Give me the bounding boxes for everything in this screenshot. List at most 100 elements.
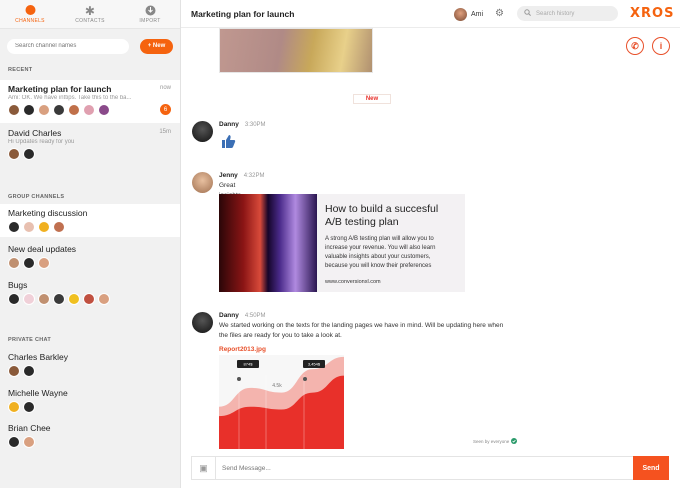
member-avatars xyxy=(8,221,180,233)
message-author: Danny 3:30PM xyxy=(219,121,266,128)
recent-section-label: RECENT xyxy=(8,67,33,73)
avatar xyxy=(8,436,20,448)
group-section-label: GROUP CHANNELS xyxy=(8,194,65,200)
channel-item-bugs[interactable]: Bugs xyxy=(0,280,180,305)
current-user[interactable]: Ami xyxy=(454,8,483,21)
attach-icon[interactable]: ▣ xyxy=(192,457,216,479)
avatar xyxy=(23,401,35,413)
member-avatars xyxy=(8,104,180,116)
avatar xyxy=(53,293,65,305)
tab-contacts[interactable]: ✱ CONTACTS xyxy=(60,0,120,28)
avatar xyxy=(23,221,35,233)
avatar xyxy=(8,104,20,116)
avatar xyxy=(8,221,20,233)
tab-channels[interactable]: CHANNELS xyxy=(0,0,60,28)
chart-point xyxy=(303,377,307,381)
avatar xyxy=(68,104,80,116)
tab-contacts-label: CONTACTS xyxy=(75,18,105,24)
avatar xyxy=(68,293,80,305)
shared-image[interactable] xyxy=(219,28,373,73)
channel-preview: Hi Updates ready for you xyxy=(8,139,75,145)
tab-import[interactable]: IMPORT xyxy=(120,0,180,28)
tab-channels-label: CHANNELS xyxy=(15,18,45,24)
history-search-input[interactable]: Search history xyxy=(536,11,574,17)
channel-name: Marketing discussion xyxy=(8,208,88,218)
chat-item-brian-chee[interactable]: Brian Chee xyxy=(0,423,180,448)
link-preview-url: www.conversionxl.com xyxy=(325,279,381,285)
avatar xyxy=(53,104,65,116)
new-messages-separator: New xyxy=(353,94,391,104)
avatar xyxy=(53,221,65,233)
chart-annotation-label: 3,454$ xyxy=(308,362,321,367)
avatar xyxy=(23,293,35,305)
private-section-label: PRIVATE CHAT xyxy=(8,337,52,343)
search-icon xyxy=(524,9,531,18)
avatar xyxy=(38,221,50,233)
channel-time: now xyxy=(159,85,171,91)
import-icon xyxy=(145,5,156,16)
avatar xyxy=(192,312,213,333)
avatar xyxy=(192,172,213,193)
message-author: Danny 4:50PM xyxy=(219,312,266,319)
tab-import-label: IMPORT xyxy=(139,18,161,24)
chart-annotation-label: 874$ xyxy=(244,362,254,367)
member-avatars xyxy=(8,257,180,269)
chat-name: Michelle Wayne xyxy=(8,388,68,398)
chat-item-charles-barkley[interactable]: Charles Barkley xyxy=(0,352,180,377)
check-icon xyxy=(511,438,518,445)
avatar xyxy=(98,293,110,305)
avatar xyxy=(23,436,35,448)
chart-annotation-label: 4.5k xyxy=(272,383,282,389)
avatar xyxy=(8,293,20,305)
chart-svg: 874$ 3,454$ 4.5k xyxy=(219,355,344,449)
member-avatars xyxy=(8,436,180,448)
seen-status: Seen by everyone xyxy=(473,438,518,445)
avatar xyxy=(38,293,50,305)
message-composer: ▣ Send xyxy=(191,456,669,480)
avatar xyxy=(454,8,467,21)
avatar xyxy=(38,257,50,269)
asterisk-icon: ✱ xyxy=(84,3,96,18)
channel-item-marketing-discussion[interactable]: Marketing discussion xyxy=(0,204,180,237)
chat-item-michelle-wayne[interactable]: Michelle Wayne xyxy=(0,388,180,413)
chat-bubble-icon xyxy=(25,5,36,16)
chat-panel: Marketing plan for launch Ami ⚙ Search h… xyxy=(181,0,680,488)
avatar xyxy=(8,401,20,413)
avatar xyxy=(192,121,213,142)
info-icon[interactable]: i xyxy=(652,37,670,55)
channel-preview: Ami: OK. We have inttips. Take this to t… xyxy=(8,95,132,101)
channel-item-david-charles[interactable]: David Charles 15m Hi Updates ready for y… xyxy=(0,128,180,160)
thumbs-up-icon xyxy=(220,134,236,154)
channel-item-new-deal-updates[interactable]: New deal updates xyxy=(0,244,180,269)
send-button[interactable]: Send xyxy=(633,456,669,480)
avatar xyxy=(98,104,110,116)
attachment-chart[interactable]: 874$ 3,454$ 4.5k xyxy=(219,355,344,449)
history-search[interactable]: Search history xyxy=(517,6,618,21)
member-avatars xyxy=(8,401,180,413)
avatar xyxy=(83,104,95,116)
channel-name: Marketing plan for launch xyxy=(8,84,112,94)
avatar xyxy=(8,365,20,377)
new-channel-button[interactable]: + New xyxy=(140,38,173,54)
link-preview-card[interactable]: How to build a succesful A/B testing plan… xyxy=(219,194,465,292)
app-logo: XROS xyxy=(630,6,675,21)
channel-search-input[interactable] xyxy=(7,38,129,54)
avatar xyxy=(8,257,20,269)
phone-icon[interactable]: ✆ xyxy=(626,37,644,55)
sidebar-tabs: CHANNELS ✱ CONTACTS IMPORT xyxy=(0,0,180,29)
member-avatars xyxy=(8,293,180,305)
attachment-filename[interactable]: Report2013.jpg xyxy=(219,346,266,353)
sidebar: CHANNELS ✱ CONTACTS IMPORT + New RECENT … xyxy=(0,0,181,488)
sidebar-search-row: + New xyxy=(0,29,180,57)
channel-item-marketing-plan[interactable]: Marketing plan for launch now Ami: OK. W… xyxy=(0,80,180,123)
message-text: We started working on the texts for the … xyxy=(219,322,504,339)
message-author: Jenny 4:32PM xyxy=(219,172,265,179)
chart-point xyxy=(237,377,241,381)
message-input[interactable] xyxy=(216,464,633,472)
current-user-name: Ami xyxy=(471,11,484,18)
avatar xyxy=(23,104,35,116)
link-preview-title: How to build a succesful A/B testing plan xyxy=(325,203,439,228)
gear-icon[interactable]: ⚙ xyxy=(495,8,504,19)
page-title: Marketing plan for launch xyxy=(191,8,295,19)
avatar xyxy=(38,104,50,116)
